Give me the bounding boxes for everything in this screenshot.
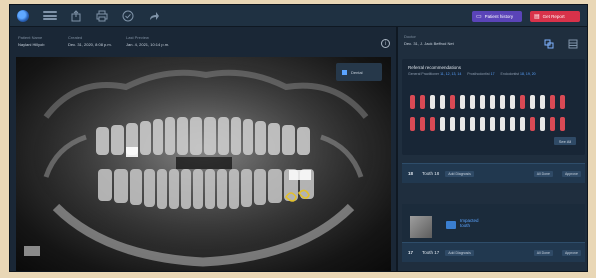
xray-panel: Patient Name Naylani Hillyob Created Dec… bbox=[10, 27, 396, 271]
legend-endodontist: Endodontist 18, 19, 20 bbox=[500, 72, 536, 76]
legend-prosthodontist: Prosthodontist 17 bbox=[467, 72, 495, 76]
top-toolbar: ▭ Patient history ▤ Get Report bbox=[10, 5, 587, 27]
panoramic-xray-image[interactable]: Dental bbox=[16, 57, 391, 271]
logo-icon[interactable] bbox=[17, 9, 29, 22]
patient-name-value: Naylani Hillyob bbox=[18, 42, 45, 47]
legend-general: General Practitioner 11, 12, 13, 14 bbox=[408, 72, 462, 76]
get-report-label: Get Report bbox=[542, 14, 565, 19]
tooth-row-18[interactable]: 18 Tooth 18 Add Diagnosis All Done Appro… bbox=[402, 163, 585, 183]
approve-button[interactable]: Approve bbox=[561, 170, 581, 177]
lower-chart-teeth[interactable] bbox=[410, 117, 565, 131]
recommendations-title: Referral recommendations bbox=[408, 65, 462, 70]
created-label: Created bbox=[68, 35, 83, 40]
forward-icon[interactable] bbox=[147, 10, 161, 22]
approve-button[interactable]: Approve bbox=[561, 249, 581, 256]
grid-view-icon[interactable] bbox=[568, 36, 578, 49]
doctor-field: Doctor Dec. 31, J. Jack Beffrod Net bbox=[404, 34, 454, 46]
finding-tag bbox=[446, 221, 456, 229]
tooth-name: Tooth 18 bbox=[422, 171, 440, 176]
add-diagnosis-button[interactable]: Add Diagnosis bbox=[445, 249, 474, 256]
tooth-thumbnail[interactable] bbox=[410, 216, 432, 238]
see-all-label: See All bbox=[559, 139, 572, 144]
checkbox-icon[interactable] bbox=[342, 69, 347, 75]
layers-icon[interactable] bbox=[544, 36, 554, 49]
referral-legend: General Practitioner 11, 12, 13, 14 Pros… bbox=[408, 72, 536, 76]
patient-history-label: Patient history bbox=[484, 14, 514, 19]
doctor-value: Dec. 31, J. Jack Beffrod Net bbox=[404, 41, 454, 46]
xray-drawing bbox=[33, 62, 373, 267]
finding-label[interactable]: Impacted tooth bbox=[460, 218, 479, 228]
upper-chart-teeth[interactable] bbox=[410, 95, 565, 109]
xray-popup[interactable]: Dental bbox=[336, 63, 382, 81]
created-value: Dec. 31, 2020, 8:08 p.m. bbox=[68, 42, 112, 47]
patient-name-label: Patient Name bbox=[18, 35, 43, 40]
get-report-button[interactable]: ▤ Get Report bbox=[530, 11, 580, 22]
info-icon[interactable]: i bbox=[381, 39, 390, 48]
print-icon[interactable] bbox=[95, 10, 109, 22]
app-window: ▭ Patient history ▤ Get Report Patient N… bbox=[9, 4, 588, 272]
tooth-number: 18 bbox=[408, 171, 414, 176]
tooth-row-17[interactable]: 17 Tooth 17 Add Diagnosis All Done Appro… bbox=[402, 242, 585, 262]
share-icon[interactable] bbox=[69, 9, 83, 22]
all-done-button[interactable]: All Done bbox=[533, 170, 553, 177]
dental-chart[interactable]: See All bbox=[406, 93, 581, 151]
last-preview-value: Jan. 4, 2021, 10:14 p.m. bbox=[126, 42, 170, 47]
doctor-label: Doctor bbox=[404, 34, 416, 39]
report-icon: ▤ bbox=[534, 14, 540, 20]
monitor-icon: ▭ bbox=[476, 14, 482, 20]
all-done-button[interactable]: All Done bbox=[533, 249, 553, 256]
xray-popup-label: Dental bbox=[351, 69, 363, 75]
tooth-number: 17 bbox=[408, 250, 414, 255]
tooth-17-thumbnail[interactable] bbox=[24, 246, 40, 256]
patient-history-button[interactable]: ▭ Patient history bbox=[472, 11, 522, 22]
menu-icon[interactable] bbox=[43, 11, 57, 20]
last-preview-field: Last Preview Jan. 4, 2021, 10:14 p.m. bbox=[126, 35, 169, 47]
add-diagnosis-button[interactable]: Add Diagnosis bbox=[445, 170, 474, 177]
last-preview-label: Last Preview bbox=[126, 35, 149, 40]
tooth-name: Tooth 17 bbox=[422, 250, 440, 255]
referral-recommendations-box: Referral recommendations General Practit… bbox=[402, 59, 585, 155]
findings-panel: Doctor Dec. 31, J. Jack Beffrod Net Refe… bbox=[398, 27, 587, 271]
patient-name-field: Patient Name Naylani Hillyob bbox=[18, 35, 44, 47]
created-field: Created Dec. 31, 2020, 8:08 p.m. bbox=[68, 35, 112, 47]
check-icon[interactable] bbox=[121, 10, 135, 22]
